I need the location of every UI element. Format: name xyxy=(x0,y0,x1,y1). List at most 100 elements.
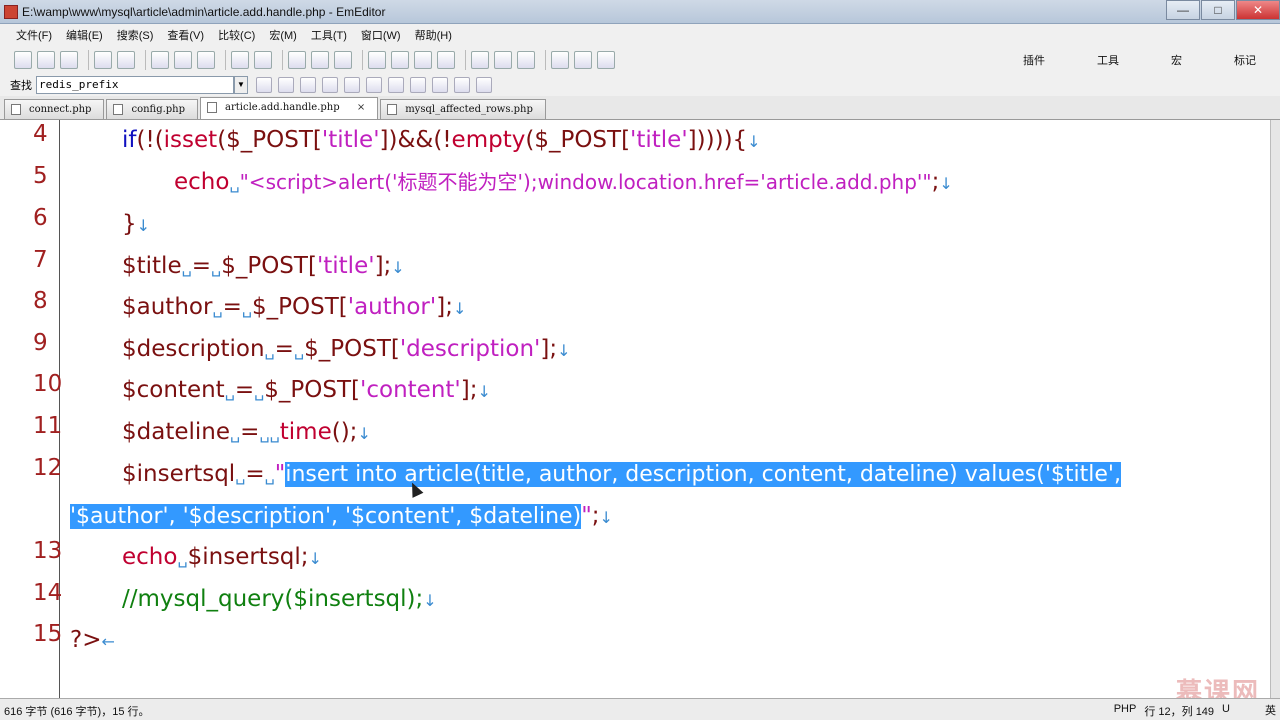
menu-macro[interactable]: 宏(M) xyxy=(269,27,297,43)
status-language[interactable]: PHP xyxy=(1114,703,1137,719)
new-file-icon[interactable] xyxy=(14,51,32,69)
vertical-scrollbar[interactable] xyxy=(1270,120,1280,698)
selected-text: '$author', '$description', '$content', $… xyxy=(70,504,582,529)
find-next-icon[interactable] xyxy=(256,77,272,93)
find-prev-icon[interactable] xyxy=(334,51,352,69)
menu-window[interactable]: 窗口(W) xyxy=(361,27,401,43)
redo-icon[interactable] xyxy=(254,51,272,69)
document-tabs: connect.php config.php article.add.handl… xyxy=(0,96,1280,120)
wildcard-icon[interactable] xyxy=(410,77,426,93)
menu-help[interactable]: 帮助(H) xyxy=(415,27,452,43)
main-toolbar: 插件 工具 宏 标记 xyxy=(0,46,1280,74)
menu-tools[interactable]: 工具(T) xyxy=(311,27,347,43)
ime-indicator[interactable]: 英 xyxy=(1265,702,1276,718)
window-controls: — □ ✕ xyxy=(1165,0,1280,20)
save-icon[interactable] xyxy=(60,51,78,69)
toolbar-right: 插件 工具 宏 标记 xyxy=(995,46,1280,74)
find-input[interactable]: redis_prefix xyxy=(36,76,234,94)
line-number: 14 xyxy=(33,580,63,606)
print-icon[interactable] xyxy=(94,51,112,69)
record-macro-icon[interactable] xyxy=(551,51,569,69)
code-line-15: ?>← xyxy=(70,627,115,653)
run-macro-icon[interactable] xyxy=(574,51,592,69)
code-line-8: $author␣=␣$_POST['author'];↓ xyxy=(122,294,467,320)
status-right: PHP 行 12，列 149 U xyxy=(1106,703,1230,719)
find-next-icon[interactable] xyxy=(311,51,329,69)
code-editor[interactable]: 4 5 6 7 8 9 10 11 12 13 14 15 if(!(isset… xyxy=(0,120,1270,698)
tab-label: config.php xyxy=(131,104,186,115)
status-encoding[interactable]: U xyxy=(1222,703,1230,719)
open-file-icon[interactable] xyxy=(37,51,55,69)
line-number: 8 xyxy=(33,288,48,314)
title-bar: E:\wamp\www\mysql\article\admin\article.… xyxy=(0,0,1280,24)
line-number: 5 xyxy=(33,163,48,189)
status-bar: 616 字节 (616 字节)，15 行。 PHP 行 12，列 149 U 英 xyxy=(0,698,1280,720)
whole-word-icon[interactable] xyxy=(344,77,360,93)
plugin-icon[interactable] xyxy=(597,51,615,69)
highlight-icon[interactable] xyxy=(368,51,386,69)
incremental-search-icon[interactable] xyxy=(432,77,448,93)
regex-icon[interactable] xyxy=(366,77,382,93)
code-line-12: $insertsql␣=␣"insert into article(title,… xyxy=(122,461,1121,487)
match-case-icon[interactable] xyxy=(322,77,338,93)
tab-close-icon[interactable]: × xyxy=(357,102,365,113)
code-line-7: $title␣=␣$_POST['title'];↓ xyxy=(122,253,405,279)
line-number: 4 xyxy=(33,121,48,147)
go-icon[interactable] xyxy=(476,77,492,93)
markers-toolbar-label[interactable]: 标记 xyxy=(1234,52,1256,68)
line-number: 12 xyxy=(33,455,63,481)
highlight-matches-icon[interactable] xyxy=(454,77,470,93)
php-file-icon xyxy=(113,104,124,115)
toolbar-separator xyxy=(145,50,146,70)
tab-mysql-affected-rows[interactable]: mysql_affected_rows.php xyxy=(380,99,546,119)
tab-connect[interactable]: connect.php xyxy=(4,99,105,119)
split-icon[interactable] xyxy=(437,51,455,69)
paste-icon[interactable] xyxy=(197,51,215,69)
configuration-icon[interactable] xyxy=(471,51,489,69)
menu-compare[interactable]: 比较(C) xyxy=(218,27,255,43)
cut-icon[interactable] xyxy=(151,51,169,69)
view-icon[interactable] xyxy=(391,51,409,69)
code-line-6: }↓ xyxy=(122,211,151,237)
print-preview-icon[interactable] xyxy=(117,51,135,69)
escape-icon[interactable] xyxy=(388,77,404,93)
code-line-4: if(!(isset($_POST['title'])&&(!empty($_P… xyxy=(122,127,761,153)
code-line-14: //mysql_query($insertsql);↓ xyxy=(122,586,437,612)
menu-bar: 文件(F) 编辑(E) 搜索(S) 查看(V) 比较(C) 宏(M) 工具(T)… xyxy=(0,24,1280,46)
find-prev-icon[interactable] xyxy=(278,77,294,93)
plugins-toolbar-label[interactable]: 插件 xyxy=(1023,52,1045,68)
code-line-10: $content␣=␣$_POST['content'];↓ xyxy=(122,377,491,403)
tools-toolbar-label[interactable]: 工具 xyxy=(1097,52,1119,68)
code-line-13: echo␣$insertsql;↓ xyxy=(122,544,322,570)
window-title: E:\wamp\www\mysql\article\admin\article.… xyxy=(22,4,386,19)
maximize-button[interactable]: □ xyxy=(1201,0,1235,20)
toolbar-separator xyxy=(362,50,363,70)
line-number: 13 xyxy=(33,538,63,564)
customize-icon[interactable] xyxy=(517,51,535,69)
line-number: 9 xyxy=(33,330,48,356)
line-number: 7 xyxy=(33,247,48,273)
tab-label: article.add.handle.php xyxy=(225,102,340,113)
tab-article-add-handle[interactable]: article.add.handle.php × xyxy=(200,97,379,119)
php-file-icon xyxy=(387,104,398,115)
macros-toolbar-label[interactable]: 宏 xyxy=(1171,52,1182,68)
menu-view[interactable]: 查看(V) xyxy=(167,27,204,43)
minimize-button[interactable]: — xyxy=(1166,0,1200,20)
toolbar-separator xyxy=(88,50,89,70)
menu-file[interactable]: 文件(F) xyxy=(16,27,52,43)
properties-icon[interactable] xyxy=(494,51,512,69)
tab-label: mysql_affected_rows.php xyxy=(405,104,533,115)
php-file-icon xyxy=(207,102,218,113)
find-icon[interactable] xyxy=(288,51,306,69)
wrap-icon[interactable] xyxy=(414,51,432,69)
line-number: 10 xyxy=(33,371,63,397)
undo-icon[interactable] xyxy=(231,51,249,69)
copy-icon[interactable] xyxy=(174,51,192,69)
find-dropdown-icon[interactable]: ▼ xyxy=(234,76,248,94)
search-icon[interactable] xyxy=(300,77,316,93)
menu-search[interactable]: 搜索(S) xyxy=(117,27,154,43)
close-button[interactable]: ✕ xyxy=(1236,0,1280,20)
tab-config[interactable]: config.php xyxy=(106,99,199,119)
find-label: 查找 xyxy=(10,80,32,92)
menu-edit[interactable]: 编辑(E) xyxy=(66,27,103,43)
